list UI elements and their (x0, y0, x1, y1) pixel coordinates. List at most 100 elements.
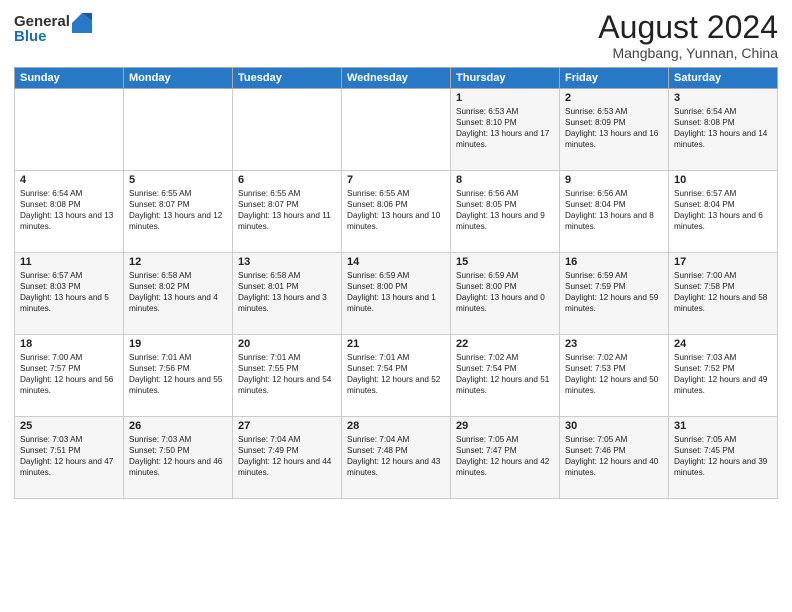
header: General Blue August 2024 Mangbang, Yunna… (14, 10, 778, 61)
cell-info: Sunrise: 6:59 AM Sunset: 8:00 PM Dayligh… (456, 270, 554, 314)
day-number: 6 (238, 174, 336, 186)
day-number: 4 (20, 174, 118, 186)
calendar-cell (124, 89, 233, 171)
calendar-cell: 27Sunrise: 7:04 AM Sunset: 7:49 PM Dayli… (233, 417, 342, 499)
calendar-cell: 31Sunrise: 7:05 AM Sunset: 7:45 PM Dayli… (669, 417, 778, 499)
header-wednesday: Wednesday (342, 68, 451, 89)
cell-info: Sunrise: 6:54 AM Sunset: 8:08 PM Dayligh… (674, 106, 772, 150)
calendar-cell: 26 Sunrise: 7:03 AM Sunset: 7:50 PM Dayli… (124, 417, 233, 499)
header-sunday: Sunday (15, 68, 124, 89)
day-number: 26 (129, 420, 227, 432)
cell-info: Sunrise: 7:03 AM Sunset: 7:50 PM Dayligh… (129, 434, 227, 478)
logo-blue: Blue (14, 29, 70, 44)
calendar-cell: 4 Sunrise: 6:54 AM Sunset: 8:08 PM Daylig… (15, 171, 124, 253)
day-number: 11 (20, 256, 118, 268)
day-number: 18 (20, 338, 118, 350)
calendar-cell: 13 Sunrise: 6:58 AM Sunset: 8:01 PM Dayli… (233, 253, 342, 335)
header-thursday: Thursday (451, 68, 560, 89)
day-number: 21 (347, 338, 445, 350)
cell-info: Sunrise: 6:57 AM Sunset: 8:04 PM Dayligh… (674, 188, 772, 232)
day-number: 1 (456, 92, 554, 104)
calendar-cell: 9 Sunrise: 6:56 AM Sunset: 8:04 PM Daylig… (560, 171, 669, 253)
title-block: August 2024 Mangbang, Yunnan, China (598, 10, 778, 61)
cell-info: Sunrise: 6:56 AM Sunset: 8:04 PM Dayligh… (565, 188, 663, 232)
cell-info: Sunrise: 7:01 AM Sunset: 7:55 PM Dayligh… (238, 352, 336, 396)
day-number: 5 (129, 174, 227, 186)
day-number: 24 (674, 338, 772, 350)
day-number: 22 (456, 338, 554, 350)
cell-info: Sunrise: 6:56 AM Sunset: 8:05 PM Dayligh… (456, 188, 554, 232)
cell-info: Sunrise: 6:53 AM Sunset: 8:10 PM Dayligh… (456, 106, 554, 150)
header-tuesday: Tuesday (233, 68, 342, 89)
calendar-cell: 21 Sunrise: 7:01 AM Sunset: 7:54 PM Dayli… (342, 335, 451, 417)
cell-info: Sunrise: 6:54 AM Sunset: 8:08 PM Dayligh… (20, 188, 118, 232)
cell-info: Sunrise: 6:53 AM Sunset: 8:09 PM Dayligh… (565, 106, 663, 150)
week-row-2: 4 Sunrise: 6:54 AM Sunset: 8:08 PM Daylig… (15, 171, 778, 253)
day-number: 23 (565, 338, 663, 350)
day-number: 8 (456, 174, 554, 186)
cell-info: Sunrise: 7:02 AM Sunset: 7:54 PM Dayligh… (456, 352, 554, 396)
day-number: 20 (238, 338, 336, 350)
cell-info: Sunrise: 6:55 AM Sunset: 8:07 PM Dayligh… (129, 188, 227, 232)
header-friday: Friday (560, 68, 669, 89)
cell-info: Sunrise: 6:58 AM Sunset: 8:01 PM Dayligh… (238, 270, 336, 314)
calendar-cell: 15 Sunrise: 6:59 AM Sunset: 8:00 PM Dayli… (451, 253, 560, 335)
cell-info: Sunrise: 6:55 AM Sunset: 8:06 PM Dayligh… (347, 188, 445, 232)
day-number: 12 (129, 256, 227, 268)
day-number: 10 (674, 174, 772, 186)
logo-text: General Blue (14, 14, 70, 44)
calendar-cell: 29Sunrise: 7:05 AM Sunset: 7:47 PM Dayli… (451, 417, 560, 499)
week-row-1: 1 Sunrise: 6:53 AM Sunset: 8:10 PM Daylig… (15, 89, 778, 171)
calendar-cell: 7 Sunrise: 6:55 AM Sunset: 8:06 PM Daylig… (342, 171, 451, 253)
cell-info: Sunrise: 7:00 AM Sunset: 7:57 PM Dayligh… (20, 352, 118, 396)
day-number: 15 (456, 256, 554, 268)
calendar-table: Sunday Monday Tuesday Wednesday Thursday… (14, 67, 778, 499)
day-number: 2 (565, 92, 663, 104)
cell-info: Sunrise: 7:05 AM Sunset: 7:46 PM Dayligh… (565, 434, 663, 478)
calendar-cell: 14 Sunrise: 6:59 AM Sunset: 8:00 PM Dayli… (342, 253, 451, 335)
cell-info: Sunrise: 7:03 AM Sunset: 7:51 PM Dayligh… (20, 434, 118, 478)
header-row: Sunday Monday Tuesday Wednesday Thursday… (15, 68, 778, 89)
calendar-cell: 5 Sunrise: 6:55 AM Sunset: 8:07 PM Daylig… (124, 171, 233, 253)
calendar-cell: 11 Sunrise: 6:57 AM Sunset: 8:03 PM Dayli… (15, 253, 124, 335)
day-number: 13 (238, 256, 336, 268)
logo: General Blue (14, 14, 92, 44)
cell-info: Sunrise: 7:04 AM Sunset: 7:48 PM Dayligh… (347, 434, 445, 478)
day-number: 9 (565, 174, 663, 186)
day-number: 29 (456, 420, 554, 432)
calendar-cell: 2 Sunrise: 6:53 AM Sunset: 8:09 PM Daylig… (560, 89, 669, 171)
logo-general: General (14, 14, 70, 29)
calendar-cell: 8 Sunrise: 6:56 AM Sunset: 8:05 PM Daylig… (451, 171, 560, 253)
cell-info: Sunrise: 6:57 AM Sunset: 8:03 PM Dayligh… (20, 270, 118, 314)
calendar-cell: 1 Sunrise: 6:53 AM Sunset: 8:10 PM Daylig… (451, 89, 560, 171)
day-number: 16 (565, 256, 663, 268)
day-number: 7 (347, 174, 445, 186)
calendar-cell: 10 Sunrise: 6:57 AM Sunset: 8:04 PM Dayli… (669, 171, 778, 253)
calendar-cell: 12Sunrise: 6:58 AM Sunset: 8:02 PM Dayli… (124, 253, 233, 335)
day-number: 25 (20, 420, 118, 432)
calendar-cell: 18 Sunrise: 7:00 AM Sunset: 7:57 PM Dayli… (15, 335, 124, 417)
location: Mangbang, Yunnan, China (598, 45, 778, 61)
day-number: 28 (347, 420, 445, 432)
calendar-cell: 23 Sunrise: 7:02 AM Sunset: 7:53 PM Dayli… (560, 335, 669, 417)
week-row-4: 18 Sunrise: 7:00 AM Sunset: 7:57 PM Dayli… (15, 335, 778, 417)
calendar-cell: 24Sunrise: 7:03 AM Sunset: 7:52 PM Dayli… (669, 335, 778, 417)
calendar-cell (15, 89, 124, 171)
calendar-cell: 22 Sunrise: 7:02 AM Sunset: 7:54 PM Dayli… (451, 335, 560, 417)
month-year: August 2024 (598, 10, 778, 45)
calendar-cell: 20 Sunrise: 7:01 AM Sunset: 7:55 PM Dayli… (233, 335, 342, 417)
cell-info: Sunrise: 6:59 AM Sunset: 8:00 PM Dayligh… (347, 270, 445, 314)
calendar-cell: 30Sunrise: 7:05 AM Sunset: 7:46 PM Dayli… (560, 417, 669, 499)
week-row-3: 11 Sunrise: 6:57 AM Sunset: 8:03 PM Dayli… (15, 253, 778, 335)
day-number: 14 (347, 256, 445, 268)
header-monday: Monday (124, 68, 233, 89)
calendar-cell: 6Sunrise: 6:55 AM Sunset: 8:07 PM Daylig… (233, 171, 342, 253)
calendar-cell: 17Sunrise: 7:00 AM Sunset: 7:58 PM Dayli… (669, 253, 778, 335)
page: General Blue August 2024 Mangbang, Yunna… (0, 0, 792, 612)
week-row-5: 25 Sunrise: 7:03 AM Sunset: 7:51 PM Dayli… (15, 417, 778, 499)
header-saturday: Saturday (669, 68, 778, 89)
cell-info: Sunrise: 7:02 AM Sunset: 7:53 PM Dayligh… (565, 352, 663, 396)
day-number: 27 (238, 420, 336, 432)
calendar-cell: 16Sunrise: 6:59 AM Sunset: 7:59 PM Dayli… (560, 253, 669, 335)
cell-info: Sunrise: 7:01 AM Sunset: 7:54 PM Dayligh… (347, 352, 445, 396)
